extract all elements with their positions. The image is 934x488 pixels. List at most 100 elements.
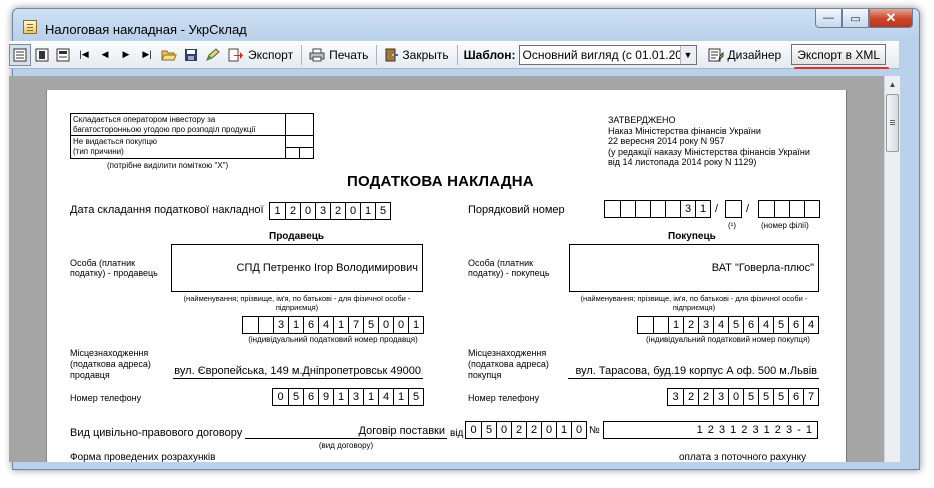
digit-cell: 1 <box>668 317 683 333</box>
digit-cell: 4 <box>713 317 728 333</box>
digit-cell: 2 <box>511 422 526 438</box>
digit-cell: 3 <box>273 317 288 333</box>
close-window-button[interactable]: ✕ <box>869 9 913 28</box>
toolbar-separator <box>456 44 458 65</box>
last-page-icon: ▶| <box>142 49 152 59</box>
digit-cell: 4 <box>803 317 818 333</box>
contract-from-label: від <box>450 428 464 439</box>
digit-cell: 5 <box>408 389 423 405</box>
top-box-line3: Не видається покупцю <box>73 137 158 146</box>
digit-cell: 7 <box>348 317 363 333</box>
buyer-name: ВАТ "Говерла-плюс" <box>711 262 814 274</box>
folder-open-icon <box>161 50 177 60</box>
seller-name-note: (найменування; прізвище, ім'я, по батько… <box>183 294 411 312</box>
page-lines-icon <box>13 48 27 61</box>
page-title: ПОДАТКОВА НАКЛАДНА <box>347 173 534 190</box>
designer-button[interactable]: Дизайнер <box>705 44 785 66</box>
save-button[interactable] <box>181 44 201 66</box>
export-xml-label: Экспорт в XML <box>797 47 881 62</box>
digit-cell: 2 <box>683 317 698 333</box>
digit-cell: 7 <box>803 389 818 405</box>
title-bar[interactable]: Налоговая накладная - УкрСклад — ▭ ✕ <box>13 9 919 41</box>
prev-page-button[interactable]: ◀ <box>95 44 115 66</box>
contract-type-note: (вид договору) <box>318 441 374 450</box>
approval-line4: (у редакції наказу Міністерства фінансів… <box>608 146 810 157</box>
export-button[interactable]: Экспорт <box>225 44 296 66</box>
digit-cell: 1 <box>556 422 571 438</box>
template-select[interactable]: Основний вигляд (с 01.01.201! ▼ <box>518 44 697 65</box>
date-cells: 12032015 <box>269 202 391 220</box>
window-title: Налоговая накладная - УкрСклад <box>45 22 247 37</box>
toolbar-separator <box>301 44 303 65</box>
number-extra-cell <box>725 200 742 218</box>
pencil-icon <box>206 47 220 61</box>
digit-cell: 6 <box>743 317 758 333</box>
edit-button[interactable] <box>202 44 224 66</box>
template-label: Шаблон: <box>463 47 516 62</box>
digit-cell <box>243 317 258 333</box>
digit-cell: 1 <box>363 389 378 405</box>
maximize-button[interactable]: ▭ <box>842 9 869 28</box>
last-page-button[interactable]: ▶| <box>137 44 157 66</box>
print-label: Печать <box>329 47 369 62</box>
buyer-name-note: (найменування; прізвище, ім'я, по батько… <box>580 294 808 312</box>
approval-line3: 22 вересня 2014 року N 957 <box>608 136 725 146</box>
digit-cell: 1 <box>288 317 303 333</box>
digit-cell: 2 <box>526 422 541 438</box>
digit-cell: 1 <box>333 389 348 405</box>
prev-page-icon: ◀ <box>101 49 109 59</box>
digit-cell: 1 <box>274 205 281 217</box>
seller-ipn-note: (індивідуальний податковий номер продавц… <box>248 335 418 344</box>
top-box-line1: Складається оператором інвестору за <box>73 115 216 124</box>
digit-cell: 5 <box>481 422 496 438</box>
top-box-note: (потрібне виділити поміткою "Х") <box>107 161 229 170</box>
page-view-button[interactable] <box>9 43 31 66</box>
digit-cell <box>653 317 668 333</box>
digit-cell <box>650 201 665 217</box>
digit-cell: 5 <box>728 317 743 333</box>
digit-cell <box>258 317 273 333</box>
payment-value: оплата з поточного рахунку <box>679 452 807 462</box>
scroll-up-icon[interactable]: ▲ <box>885 76 900 93</box>
scrollbar-thumb[interactable] <box>886 94 899 152</box>
chevron-down-icon: ▼ <box>679 45 696 64</box>
minimize-button[interactable]: — <box>815 9 842 28</box>
toolbar-separator <box>376 44 378 65</box>
contract-number: 1 2 3 1 2 3 1 2 3 - 1 <box>603 421 818 439</box>
top-box-line4: (тип причини) <box>73 147 124 156</box>
top-box-line2: багатосторонньою угодою про розподіл про… <box>73 125 256 134</box>
digit-cell: 0 <box>728 389 743 405</box>
buyer-address: вул. Тарасова, буд.19 корпус А оф. 500 м… <box>568 365 819 379</box>
whole-page-button[interactable] <box>32 44 52 66</box>
digit-cell: 3 <box>348 389 363 405</box>
number-note-1: (¹) <box>728 221 736 230</box>
digit-cell: 3 <box>713 389 728 405</box>
print-button[interactable]: Печать <box>306 44 371 66</box>
digit-cell: 4 <box>378 389 393 405</box>
page-setup-button[interactable] <box>53 44 73 66</box>
number-note-2: (номер філії) <box>761 221 809 230</box>
branch-number-cells <box>758 200 820 218</box>
designer-form-icon <box>708 48 724 62</box>
open-button[interactable] <box>158 44 180 66</box>
close-report-button[interactable]: Закрыть <box>381 44 451 66</box>
export-xml-button[interactable]: Экспорт в XML <box>791 44 890 69</box>
digit-cell: 1 <box>408 317 423 333</box>
seller-phone-label: Номер телефону <box>70 393 142 403</box>
date-label: Дата складання податкової накладної <box>70 204 264 216</box>
document-viewport[interactable]: Складається оператором інвестору за бага… <box>9 76 884 462</box>
first-page-button[interactable]: |◀ <box>74 44 94 66</box>
digit-cell: 6 <box>303 389 318 405</box>
floppy-disk-icon <box>185 48 197 61</box>
digit-cell: 1 <box>393 389 408 405</box>
document-app-icon <box>23 20 37 34</box>
digit-cell: 0 <box>300 203 315 219</box>
digit-cell: 4 <box>318 317 333 333</box>
next-page-button[interactable]: ▶ <box>116 44 136 66</box>
digit-cell: 0 <box>345 203 360 219</box>
vertical-scrollbar[interactable]: ▲ <box>884 76 900 462</box>
digit-cell: 0 <box>277 391 284 403</box>
next-page-icon: ▶ <box>122 49 130 59</box>
digit-cell: 6 <box>303 317 318 333</box>
seller-name-box: СПД Петренко Ігор Володимирович <box>171 244 423 292</box>
